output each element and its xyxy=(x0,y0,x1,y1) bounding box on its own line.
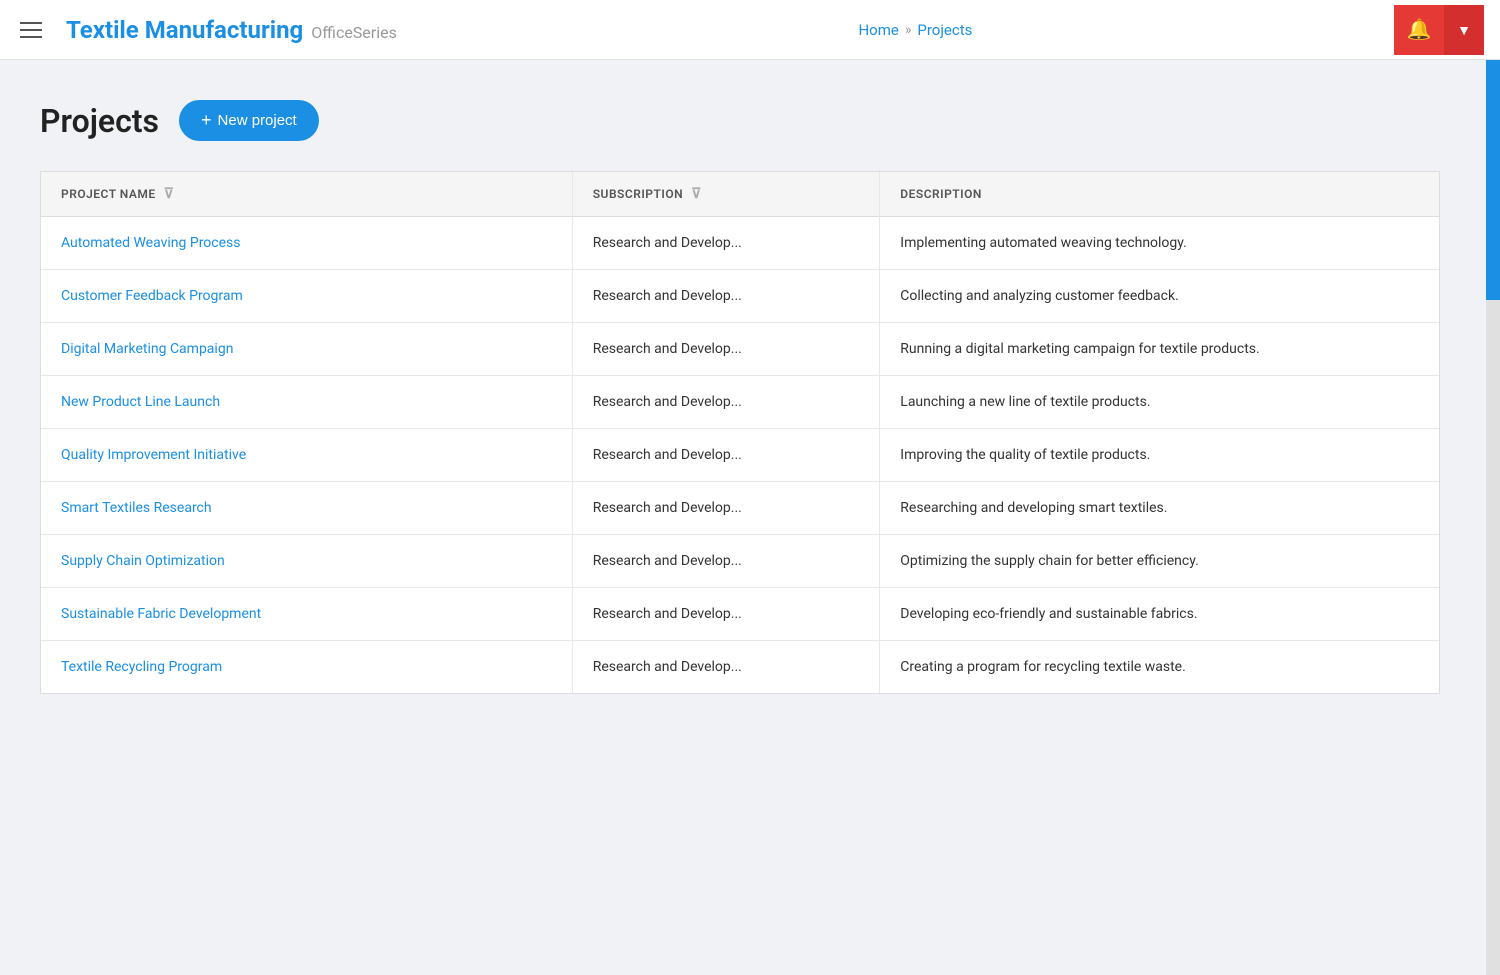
subscription-filter-icon[interactable]: ⊽ xyxy=(691,186,702,202)
new-project-label: New project xyxy=(218,112,297,129)
new-project-button[interactable]: + New project xyxy=(179,100,319,141)
column-description-label: DESCRIPTION xyxy=(900,187,982,201)
project-name-filter-icon[interactable]: ⊽ xyxy=(164,186,175,202)
table-cell-subscription: Research and Develop... xyxy=(572,482,880,535)
project-name-link[interactable]: Customer Feedback Program xyxy=(61,288,243,304)
project-name-link[interactable]: New Product Line Launch xyxy=(61,394,220,410)
table-cell-subscription: Research and Develop... xyxy=(572,429,880,482)
table-cell-description: Researching and developing smart textile… xyxy=(880,482,1439,535)
header-actions: 🔔 ▼ xyxy=(1394,5,1484,55)
nav-projects-link[interactable]: Projects xyxy=(917,21,972,39)
nav-home-link[interactable]: Home xyxy=(858,21,898,39)
table-cell-project-name: Textile Recycling Program xyxy=(41,641,572,694)
table-cell-project-name: Quality Improvement Initiative xyxy=(41,429,572,482)
brand-logo: Textile Manufacturing OfficeSeries xyxy=(66,16,397,44)
table-cell-description: Developing eco-friendly and sustainable … xyxy=(880,588,1439,641)
table-header: PROJECT NAME ⊽ SUBSCRIPTION ⊽ DESCRIPTIO… xyxy=(41,172,1439,217)
project-name-link[interactable]: Textile Recycling Program xyxy=(61,659,222,675)
table-cell-subscription: Research and Develop... xyxy=(572,376,880,429)
table-cell-description: Running a digital marketing campaign for… xyxy=(880,323,1439,376)
table-cell-description: Improving the quality of textile product… xyxy=(880,429,1439,482)
projects-table: PROJECT NAME ⊽ SUBSCRIPTION ⊽ DESCRIPTIO… xyxy=(41,172,1439,693)
notification-bell-button[interactable]: 🔔 xyxy=(1394,5,1444,55)
page-header: Projects + New project xyxy=(40,100,1460,141)
table-row: New Product Line Launch Research and Deve… xyxy=(41,376,1439,429)
table-cell-project-name: New Product Line Launch xyxy=(41,376,572,429)
project-name-link[interactable]: Sustainable Fabric Development xyxy=(61,606,261,622)
plus-icon: + xyxy=(201,110,212,131)
bell-icon: 🔔 xyxy=(1407,17,1432,42)
project-name-link[interactable]: Quality Improvement Initiative xyxy=(61,447,246,463)
table-cell-description: Implementing automated weaving technolog… xyxy=(880,217,1439,270)
table-cell-description: Launching a new line of textile products… xyxy=(880,376,1439,429)
scrollbar-track[interactable] xyxy=(1486,0,1500,975)
table-cell-project-name: Digital Marketing Campaign xyxy=(41,323,572,376)
main-content: Projects + New project PROJECT NAME ⊽ xyxy=(0,60,1500,734)
table-cell-project-name: Sustainable Fabric Development xyxy=(41,588,572,641)
breadcrumb-nav: Home » Projects xyxy=(437,21,1394,39)
table-cell-description: Collecting and analyzing customer feedba… xyxy=(880,270,1439,323)
table-cell-project-name: Customer Feedback Program xyxy=(41,270,572,323)
table-cell-subscription: Research and Develop... xyxy=(572,641,880,694)
table-cell-subscription: Research and Develop... xyxy=(572,323,880,376)
table-row: Textile Recycling Program Research and De… xyxy=(41,641,1439,694)
project-name-link[interactable]: Automated Weaving Process xyxy=(61,235,241,251)
nav-separator: » xyxy=(905,22,912,38)
brand-subtitle: OfficeSeries xyxy=(311,23,397,42)
table-row: Smart Textiles Research Research and Deve… xyxy=(41,482,1439,535)
chevron-down-icon: ▼ xyxy=(1457,22,1471,38)
column-subscription-label: SUBSCRIPTION xyxy=(593,187,683,201)
column-header-description: DESCRIPTION xyxy=(880,172,1439,217)
table-row: Automated Weaving Process Research and De… xyxy=(41,217,1439,270)
project-name-link[interactable]: Supply Chain Optimization xyxy=(61,553,225,569)
table-cell-subscription: Research and Develop... xyxy=(572,217,880,270)
hamburger-menu-button[interactable] xyxy=(16,18,46,42)
column-header-subscription: SUBSCRIPTION ⊽ xyxy=(572,172,880,217)
user-dropdown-button[interactable]: ▼ xyxy=(1444,5,1484,55)
projects-table-container: PROJECT NAME ⊽ SUBSCRIPTION ⊽ DESCRIPTIO… xyxy=(40,171,1440,694)
table-cell-subscription: Research and Develop... xyxy=(572,270,880,323)
table-row: Sustainable Fabric Development Research a… xyxy=(41,588,1439,641)
table-cell-project-name: Supply Chain Optimization xyxy=(41,535,572,588)
column-project-name-label: PROJECT NAME xyxy=(61,187,156,201)
column-header-project-name: PROJECT NAME ⊽ xyxy=(41,172,572,217)
table-row: Supply Chain Optimization Research and De… xyxy=(41,535,1439,588)
table-row: Digital Marketing Campaign Research and D… xyxy=(41,323,1439,376)
project-name-link[interactable]: Smart Textiles Research xyxy=(61,500,212,516)
project-name-link[interactable]: Digital Marketing Campaign xyxy=(61,341,233,357)
table-row: Customer Feedback Program Research and De… xyxy=(41,270,1439,323)
table-body: Automated Weaving Process Research and De… xyxy=(41,217,1439,694)
table-row: Quality Improvement Initiative Research a… xyxy=(41,429,1439,482)
table-cell-subscription: Research and Develop... xyxy=(572,588,880,641)
table-cell-description: Optimizing the supply chain for better e… xyxy=(880,535,1439,588)
app-header: Textile Manufacturing OfficeSeries Home … xyxy=(0,0,1500,60)
page-title: Projects xyxy=(40,102,159,140)
table-cell-project-name: Automated Weaving Process xyxy=(41,217,572,270)
table-cell-description: Creating a program for recycling textile… xyxy=(880,641,1439,694)
table-cell-project-name: Smart Textiles Research xyxy=(41,482,572,535)
brand-title: Textile Manufacturing xyxy=(66,16,303,44)
table-cell-subscription: Research and Develop... xyxy=(572,535,880,588)
